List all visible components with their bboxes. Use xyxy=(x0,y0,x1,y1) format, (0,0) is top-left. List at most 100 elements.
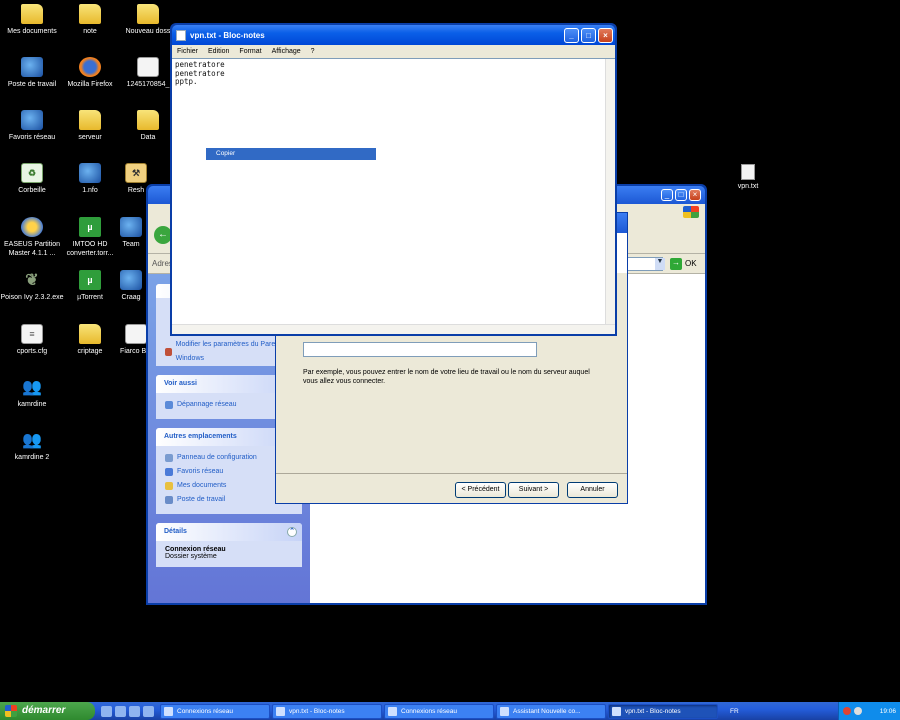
desktop-icon-corbeille[interactable]: ♻ Corbeille xyxy=(0,163,64,195)
desktop-icon-label: vpn.txt xyxy=(737,183,759,190)
user-icon: 👥 xyxy=(22,431,42,449)
clock[interactable]: 19:06 xyxy=(880,708,900,715)
desktop-icon-easeus[interactable]: EASEUS Partition Master 4.1.1 ... xyxy=(0,217,64,258)
go-label[interactable]: OK xyxy=(685,259,697,268)
poste-de-travail-link[interactable]: Poste de travail xyxy=(165,493,293,507)
panel-header: Détails ⌃ xyxy=(156,523,302,541)
desktop-icon-vpn-txt[interactable]: vpn.txt xyxy=(731,164,765,190)
horizontal-scrollbar[interactable] xyxy=(172,324,615,334)
control-panel-icon xyxy=(165,454,173,462)
desktop-icon-label: Mes documents xyxy=(7,28,57,35)
media-player-icon[interactable] xyxy=(129,705,140,717)
language-indicator[interactable]: FR xyxy=(730,708,739,715)
desktop-icon-craag[interactable]: Craag xyxy=(116,270,146,302)
start-button[interactable]: démarrer xyxy=(0,702,95,720)
desktop-icon-label: Favoris réseau xyxy=(8,134,56,141)
cancel-button[interactable]: Annuler xyxy=(567,482,618,498)
minimize-button[interactable]: _ xyxy=(564,27,579,43)
tray-network-icon[interactable] xyxy=(854,707,862,715)
chevron-down-icon[interactable]: ▼ xyxy=(655,258,665,270)
menu-help[interactable]: ? xyxy=(311,45,315,58)
go-arrow-icon[interactable]: → xyxy=(670,258,682,270)
link-label: Mes documents xyxy=(177,482,227,489)
desktop-icon-team[interactable]: Team xyxy=(116,217,146,249)
details-name: Connexion réseau xyxy=(165,546,226,553)
desktop-icon-utorrent[interactable]: µ µTorrent xyxy=(58,270,122,302)
firefox-icon xyxy=(79,57,101,77)
computer-icon xyxy=(21,57,43,77)
desktop-icon-note[interactable]: note xyxy=(58,4,122,36)
notepad-text-area[interactable]: penetratore penetratore pptp. Copier xyxy=(172,58,615,334)
mes-documents-link[interactable]: Mes documents xyxy=(165,479,293,493)
back-button[interactable]: < Précédent xyxy=(455,482,506,498)
depannage-reseau-link[interactable]: Dépannage réseau xyxy=(165,398,293,412)
text-line-content: pptp. xyxy=(175,77,198,86)
notepad-icon xyxy=(176,29,186,41)
folder-icon xyxy=(79,4,101,24)
link-label: Poste de travail xyxy=(177,496,226,503)
desktop-icon-nfo[interactable]: 1.nfo xyxy=(58,163,122,195)
desktop-icon-label: EASEUS Partition Master 4.1.1 ... xyxy=(3,241,61,257)
taskbar-item[interactable]: Assistant Nouvelle co... xyxy=(496,703,606,719)
menu-edition[interactable]: Edition xyxy=(208,45,229,58)
desktop-icon-firefox[interactable]: Mozilla Firefox xyxy=(58,57,122,89)
panel-title: Détails xyxy=(164,528,187,535)
collapse-chevron-icon[interactable]: ⌃ xyxy=(287,527,297,537)
desktop-icon-poison-ivy[interactable]: ❦ Poison Ivy 2.3.2.exe xyxy=(0,270,64,302)
desktop-icon-label: kamrdine 2 xyxy=(14,454,50,461)
vertical-scrollbar[interactable] xyxy=(605,59,615,324)
show-desktop-icon[interactable] xyxy=(101,705,112,717)
windows-logo-icon xyxy=(683,206,699,218)
recycle-bin-icon: ♻ xyxy=(21,163,43,183)
desktop-icon-label: kamrdine xyxy=(17,401,47,408)
desktop-icon-poste-de-travail[interactable]: Poste de travail xyxy=(0,57,64,89)
taskbar-item[interactable]: Connexions réseau xyxy=(384,703,494,719)
menu-affichage[interactable]: Affichage xyxy=(272,45,301,58)
close-button[interactable]: × xyxy=(598,27,613,43)
close-button[interactable]: × xyxy=(689,189,701,201)
text-line: pptp. xyxy=(175,77,612,87)
connection-name-input[interactable] xyxy=(303,342,537,357)
firewall-settings-link[interactable]: Modifier les paramètres du Pare-feu Wind… xyxy=(165,338,293,366)
desktop-icon-kamrdine[interactable]: 👥 kamrdine xyxy=(0,377,64,409)
config-file-icon: ≡ xyxy=(21,324,43,344)
tool-icon: ⚒ xyxy=(125,163,147,183)
favoris-reseau-link[interactable]: Favoris réseau xyxy=(165,465,293,479)
folder-icon xyxy=(79,110,101,130)
link-label: Favoris réseau xyxy=(177,468,224,475)
desktop-icon-cports[interactable]: ≡ cports.cfg xyxy=(0,324,64,356)
maximize-button[interactable]: □ xyxy=(581,27,596,43)
desktop-icon-label: Poste de travail xyxy=(7,81,57,88)
taskbar-item-active[interactable]: vpn.txt - Bloc-notes xyxy=(608,703,718,719)
desktop-icon-favoris-reseau[interactable]: Favoris réseau xyxy=(0,110,64,142)
maximize-button[interactable]: □ xyxy=(675,189,687,201)
taskbar-item[interactable]: Connexions réseau xyxy=(160,703,270,719)
desktop-icon-label: cports.cfg xyxy=(16,348,48,355)
leaf-icon: ❦ xyxy=(25,271,39,289)
utorrent-icon: µ xyxy=(79,217,101,237)
app-icon[interactable] xyxy=(143,705,154,717)
context-menu-copy[interactable]: Copier xyxy=(206,148,376,160)
taskbar-item[interactable]: vpn.txt - Bloc-notes xyxy=(272,703,382,719)
desktop-icon-imtoo[interactable]: µ IMTOO HD converter.torr... xyxy=(58,217,122,258)
team-icon xyxy=(120,217,142,237)
folder-icon xyxy=(165,482,173,490)
menu-fichier[interactable]: Fichier xyxy=(177,45,198,58)
menu-format[interactable]: Format xyxy=(239,45,261,58)
desktop-icon-serveur[interactable]: serveur xyxy=(58,110,122,142)
ie-icon[interactable] xyxy=(115,705,126,717)
minimize-button[interactable]: _ xyxy=(661,189,673,201)
notepad-window: vpn.txt - Bloc-notes _ □ × Fichier Editi… xyxy=(170,23,617,336)
help-icon xyxy=(165,401,173,409)
firewall-icon xyxy=(165,348,172,356)
network-icon xyxy=(165,468,173,476)
network-icon xyxy=(21,110,43,130)
desktop-icon-kamrdine-2[interactable]: 👥 kamrdine 2 xyxy=(0,430,64,462)
desktop-icon-label: Craag xyxy=(121,294,141,301)
desktop-icon-label: Poison Ivy 2.3.2.exe xyxy=(0,294,64,301)
desktop-icon-mes-documents[interactable]: Mes documents xyxy=(0,4,64,36)
panneau-configuration-link[interactable]: Panneau de configuration xyxy=(165,451,293,465)
tray-alert-icon[interactable] xyxy=(843,707,851,715)
desktop-icon-criptage[interactable]: criptage xyxy=(58,324,122,356)
next-button[interactable]: Suivant > xyxy=(508,482,559,498)
